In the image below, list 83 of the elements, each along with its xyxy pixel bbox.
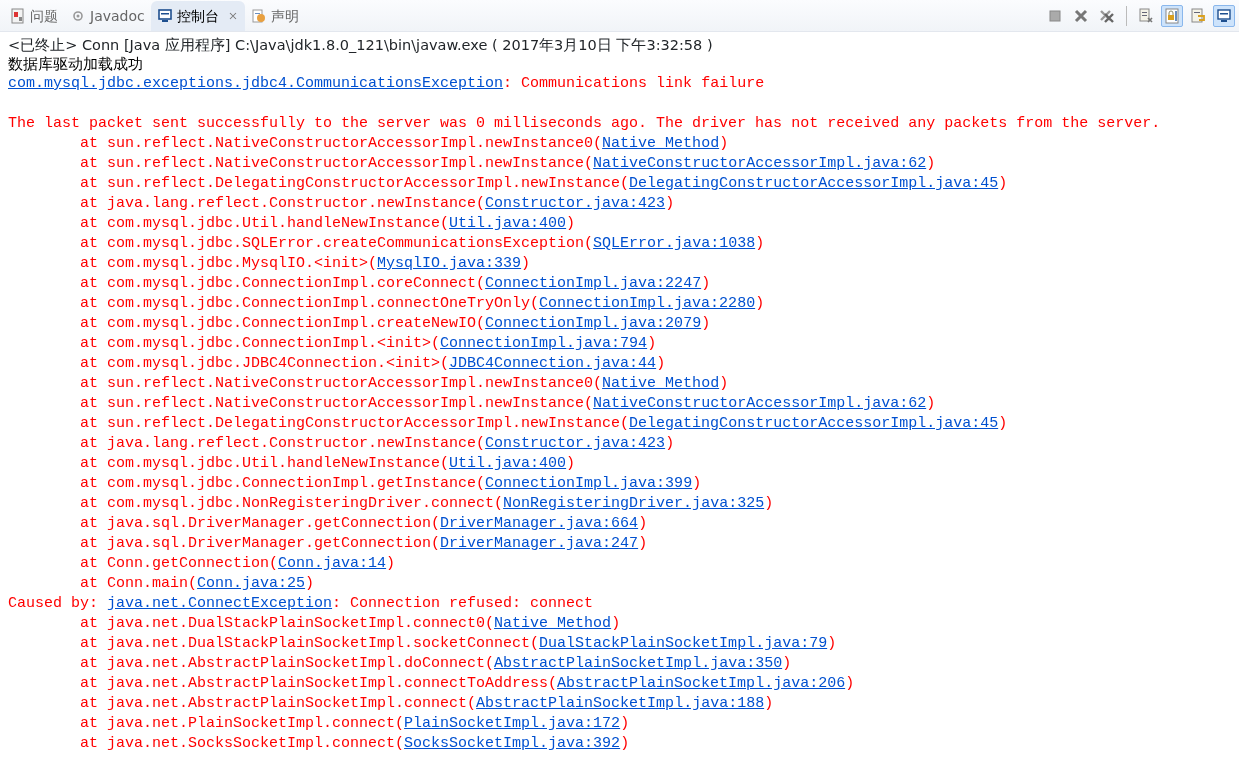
link[interactable]: com.mysql.jdbc.exceptions.jdbc4.CommunicationsException	[8, 75, 504, 92]
link[interactable]: Native Method	[602, 375, 720, 392]
link[interactable]: DriverManager.java:664	[440, 515, 639, 532]
view-tab[interactable]: 问题	[4, 1, 64, 31]
console-error-line: at java.net.AbstractPlainSocketImpl.doConnect(AbstractPlainSocketImpl.java:350)	[79, 654, 793, 674]
link[interactable]: ConnectionImpl.java:399	[485, 475, 693, 492]
link[interactable]: MysqlIO.java:339	[377, 255, 522, 272]
console-error-line: at com.mysql.jdbc.Util.handleNewInstance(Util.java:400)	[79, 214, 577, 234]
link[interactable]: Native Method	[602, 135, 720, 152]
link[interactable]: Constructor.java:423	[485, 435, 666, 452]
console-error-line: at com.mysql.jdbc.ConnectionImpl.getInstance(ConnectionImpl.java:399)	[79, 474, 703, 494]
view-tab[interactable]: Javadoc	[64, 1, 151, 31]
console-error-line: at java.net.SocksSocketImpl.connect(SocksSocketImpl.java:392)	[79, 734, 631, 754]
console-error-line: at java.sql.DriverManager.getConnection(DriverManager.java:247)	[79, 534, 649, 554]
view-tab[interactable]: 控制台	[150, 1, 245, 31]
link[interactable]: Conn.java:25	[197, 575, 306, 592]
link[interactable]: ConnectionImpl.java:794	[440, 335, 648, 352]
clear-console-icon	[1138, 7, 1154, 24]
link[interactable]: ConnectionImpl.java:2079	[485, 315, 702, 332]
console-error-line: at com.mysql.jdbc.ConnectionImpl.connectOneTryOnly(ConnectionImpl.java:2280)	[79, 294, 766, 314]
monitor-icon	[156, 8, 173, 24]
console-error-line: at com.mysql.jdbc.NonRegisteringDriver.connect(NonRegisteringDriver.java:325)	[79, 494, 775, 514]
link[interactable]: PlainSocketImpl.java:172	[404, 715, 621, 732]
link[interactable]: JDBC4Connection.java:44	[449, 355, 657, 372]
warning-list-icon	[10, 8, 26, 24]
link[interactable]: SQLError.java:1038	[593, 235, 756, 252]
remove-all-icon	[1099, 7, 1115, 24]
monitor-icon	[1216, 7, 1232, 24]
console-error-line: at sun.reflect.NativeConstructorAccessorImpl.newInstance(NativeConstructorAccessorImpl.java:62)	[79, 394, 937, 414]
link[interactable]: AbstractPlainSocketImpl.java:188	[476, 695, 765, 712]
console-error-line: Caused by: java.net.ConnectException: Connection refused: connect	[8, 594, 595, 614]
console-error-line: at Conn.getConnection(Conn.java:14)	[79, 554, 397, 574]
console-error-line: at com.mysql.jdbc.JDBC4Connection.<init>(JDBC4Connection.java:44)	[79, 354, 667, 374]
link[interactable]: AbstractPlainSocketImpl.java:206	[557, 675, 846, 692]
padlock-icon	[1164, 7, 1180, 24]
wrap-icon	[1190, 7, 1206, 24]
stop-icon	[1047, 7, 1063, 24]
link[interactable]: DelegatingConstructorAccessorImpl.java:45	[629, 415, 999, 432]
padlock-button[interactable]	[1161, 4, 1183, 27]
console-error-line: at sun.reflect.DelegatingConstructorAccessorImpl.newInstance(DelegatingConstructorAccessorImpl.java:45)	[79, 414, 1009, 434]
link[interactable]: Conn.java:14	[278, 555, 387, 572]
console-error-line: at com.mysql.jdbc.ConnectionImpl.coreConnect(ConnectionImpl.java:2247)	[79, 274, 712, 294]
link[interactable]: SocksSocketImpl.java:392	[404, 735, 621, 752]
console-error-line: at java.sql.DriverManager.getConnection(DriverManager.java:664)	[79, 514, 649, 534]
link[interactable]: NativeConstructorAccessorImpl.java:62	[593, 395, 927, 412]
link[interactable]: Util.java:400	[449, 455, 567, 472]
console-error-line: at com.mysql.jdbc.SQLError.createCommunicationsException(SQLError.java:1038)	[79, 234, 766, 254]
link[interactable]: DualStackPlainSocketImpl.java:79	[539, 635, 828, 652]
console-error-line: at java.net.DualStackPlainSocketImpl.socketConnect(DualStackPlainSocketImpl.java:79)	[79, 634, 838, 654]
console-error-line: at java.lang.reflect.Constructor.newInstance(Constructor.java:423)	[79, 434, 676, 454]
console-error-line: at java.net.AbstractPlainSocketImpl.connect(AbstractPlainSocketImpl.java:188)	[79, 694, 775, 714]
link[interactable]: ConnectionImpl.java:2247	[485, 275, 702, 292]
link[interactable]: AbstractPlainSocketImpl.java:350	[494, 655, 783, 672]
console-error-line: at java.net.PlainSocketImpl.connect(PlainSocketImpl.java:172)	[79, 714, 631, 734]
console-error-line: at com.mysql.jdbc.MysqlIO.<init>(MysqlIO.java:339)	[79, 254, 532, 274]
console-error-line: at sun.reflect.DelegatingConstructorAccessorImpl.newInstance(DelegatingConstructorAccessorImpl.java:45)	[79, 174, 1009, 194]
view-tab[interactable]: 声明	[244, 1, 305, 31]
link[interactable]: Native Method	[494, 615, 612, 632]
console-error-line: at sun.reflect.NativeConstructorAccessorImpl.newInstance(NativeConstructorAccessorImpl.java:62)	[79, 154, 937, 174]
console-error-line: The last packet sent successfully to the server was 0 milliseconds ago. The driver has not received any packets from the server.	[8, 114, 1162, 134]
console-error-line: at java.net.AbstractPlainSocketImpl.connectToAddress(AbstractPlainSocketImpl.java:206)	[79, 674, 856, 694]
console-error-line: at Conn.main(Conn.java:25)	[79, 574, 316, 594]
link[interactable]: NativeConstructorAccessorImpl.java:62	[593, 155, 927, 172]
console-error-line: at com.mysql.jdbc.ConnectionImpl.createNewIO(ConnectionImpl.java:2079)	[79, 314, 712, 334]
link[interactable]: DriverManager.java:247	[440, 535, 639, 552]
document-icon	[250, 8, 267, 24]
link[interactable]: DelegatingConstructorAccessorImpl.java:45	[629, 175, 999, 192]
link[interactable]: NonRegisteringDriver.java:325	[503, 495, 765, 512]
link[interactable]: Constructor.java:423	[485, 195, 666, 212]
link[interactable]: Util.java:400	[449, 215, 567, 232]
remove-icon	[1073, 7, 1089, 24]
console-output-line: 数据库驱动加载成功	[8, 55, 144, 74]
console-error-line: com.mysql.jdbc.exceptions.jdbc4.CommunicationsException: Communications link failure	[8, 74, 766, 94]
console-header: <已终止> Conn [Java 应用程序] C:\Java\jdk1.8.0_121\bin\javaw.exe ( 2017年3月10日 下午3:32:58 )	[7, 36, 714, 54]
console-error-line: at java.net.DualStackPlainSocketImpl.connect0(Native Method)	[79, 614, 622, 634]
console-error-line: at com.mysql.jdbc.ConnectionImpl.<init>(ConnectionImpl.java:794)	[79, 334, 658, 354]
console-error-line: at com.mysql.jdbc.Util.handleNewInstance(Util.java:400)	[79, 454, 577, 474]
console-error-line: at java.lang.reflect.Constructor.newInstance(Constructor.java:423)	[79, 194, 676, 214]
monitor-button[interactable]	[1213, 4, 1235, 27]
link[interactable]: ConnectionImpl.java:2280	[539, 295, 756, 312]
console-error-line: at sun.reflect.NativeConstructorAccessorImpl.newInstance0(Native Method)	[79, 134, 730, 154]
link[interactable]: java.net.ConnectException	[107, 595, 333, 612]
console-error-line: at sun.reflect.NativeConstructorAccessorImpl.newInstance0(Native Method)	[79, 374, 730, 394]
